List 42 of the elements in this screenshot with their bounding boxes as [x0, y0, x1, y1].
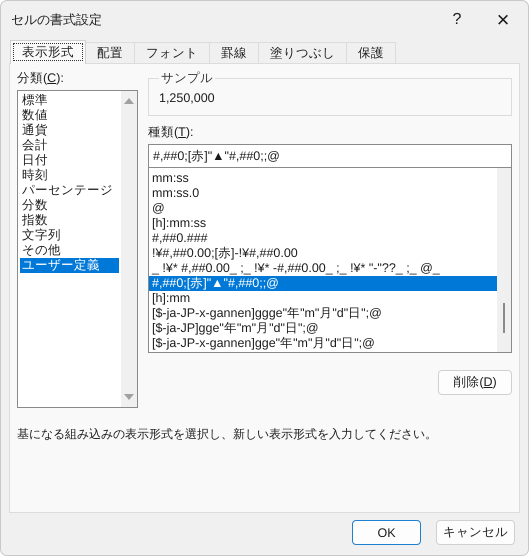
category-item[interactable]: 分数 [20, 198, 119, 213]
format-input-field[interactable]: #,##0;[赤]"▲"#,##0;;@ [148, 144, 512, 167]
category-item[interactable]: パーセンテージ [20, 183, 119, 198]
category-item[interactable]: 数値 [20, 108, 119, 123]
format-item[interactable]: mm:ss.0 [149, 186, 497, 201]
sample-title: サンプル [160, 70, 214, 87]
category-item[interactable]: 会計 [20, 138, 119, 153]
format-item[interactable]: _ !¥* #,##0.00_ ;_ !¥* -#,##0.00_ ;_ !¥* "-"??_ ;_ @_ [149, 261, 497, 276]
category-item[interactable]: 指数 [20, 213, 119, 228]
ok-button[interactable]: OK [352, 520, 421, 545]
category-item[interactable]: 標準 [20, 93, 119, 108]
category-item[interactable]: その他 [20, 243, 119, 258]
format-item[interactable]: #,##0;[赤]"▲"#,##0;;@ [149, 276, 497, 291]
scrollbar[interactable] [121, 91, 137, 407]
category-item[interactable]: 文字列 [20, 228, 119, 243]
tab[interactable]: 表示形式 [10, 40, 86, 64]
format-item[interactable]: @ [149, 201, 497, 216]
cancel-button[interactable]: キャンセル [436, 520, 515, 545]
category-label: 分類(C): [17, 70, 65, 87]
format-item[interactable]: [h]:mm:ss [149, 216, 497, 231]
description-text: 基になる組み込みの表示形式を選択し、新しい表示形式を入力してください。 [17, 426, 438, 443]
category-item[interactable]: ユーザー定義 [20, 258, 119, 273]
format-item[interactable]: mm:ss [149, 171, 497, 186]
format-item[interactable]: #,##0.### [149, 231, 497, 246]
scrollbar-thumb[interactable] [503, 303, 505, 333]
category-item[interactable]: 時刻 [20, 168, 119, 183]
close-button[interactable]: × [480, 4, 526, 36]
category-item[interactable]: 日付 [20, 153, 119, 168]
scroll-up-icon[interactable] [124, 97, 134, 105]
category-item[interactable]: 通貨 [20, 123, 119, 138]
scroll-down-icon[interactable] [124, 393, 134, 401]
tab[interactable]: 保護 [346, 42, 396, 63]
format-item[interactable]: [h]:mm [149, 291, 497, 306]
sample-value: 1,250,000 [159, 91, 215, 105]
format-item[interactable]: [$-ja-JP]gge"年"m"月"d"日";@ [149, 321, 497, 336]
type-label: 種類(T): [148, 124, 194, 141]
window-title: セルの書式設定 [11, 11, 103, 29]
help-button[interactable]: ? [434, 4, 480, 36]
format-item[interactable]: !¥#,##0.00;[赤]-!¥#,##0.00 [149, 246, 497, 261]
format-item[interactable]: [$-ja-JP-x-gannen]ggge"年"m"月"d"日";@ [149, 306, 497, 321]
delete-button[interactable]: 削除(D) [438, 370, 512, 395]
format-item[interactable]: [$-ja-JP-x-gannen]gge"年"m"月"d"日";@ [149, 336, 497, 351]
